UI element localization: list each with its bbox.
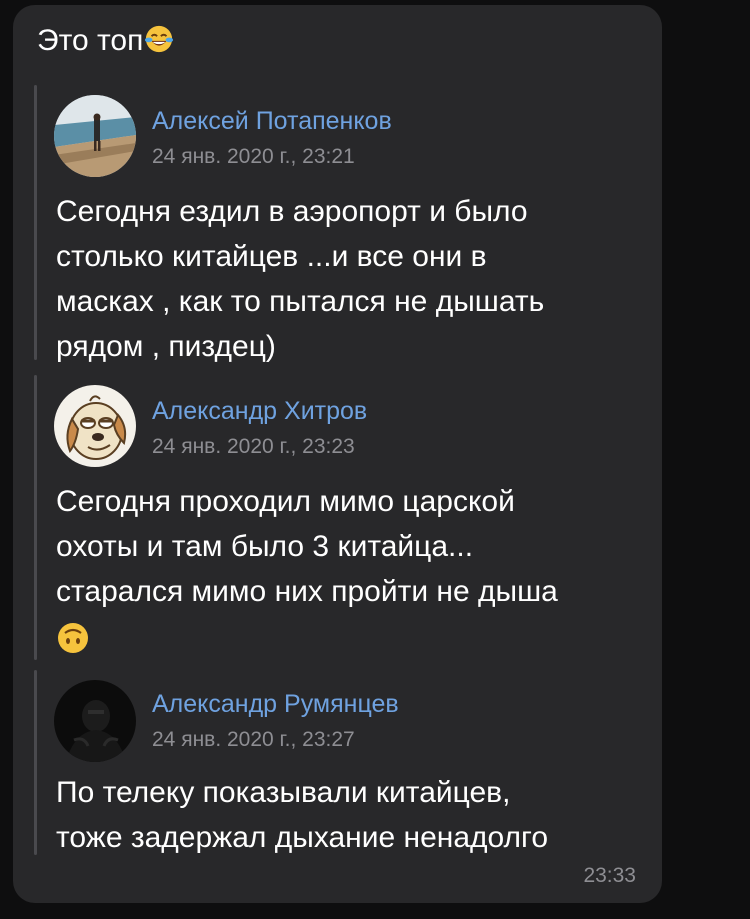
- text-line: тоже задержал дыхание ненадолго: [56, 821, 549, 854]
- forward-bar: [34, 670, 37, 855]
- beach-photo-avatar-icon: [54, 95, 136, 177]
- forwarded-message-1[interactable]: Алексей Потапенков 24 янв. 2020 г., 23:2…: [34, 85, 654, 363]
- text-line: рядом , пиздец): [56, 330, 276, 363]
- forward-date: 24 янв. 2020 г., 23:21: [152, 145, 355, 168]
- forwarded-text: Сегодня проходил мимо царской охоты и та…: [56, 479, 656, 655]
- forwarded-text: Сегодня ездил в аэропорт и было столько …: [56, 189, 656, 369]
- message-text-content: Это топ: [37, 24, 144, 57]
- forward-date: 24 янв. 2020 г., 23:27: [152, 728, 355, 751]
- upside-down-face-icon: [58, 623, 88, 653]
- dark-hooded-figure-avatar-icon: [54, 680, 136, 762]
- text-line: Сегодня проходил мимо царской: [56, 485, 515, 518]
- forward-bar: [34, 375, 37, 660]
- avatar[interactable]: [54, 385, 136, 467]
- forward-date: 24 янв. 2020 г., 23:23: [152, 435, 355, 458]
- message-text: Это топ: [37, 23, 174, 59]
- forwarded-message-3[interactable]: Александр Румянцев 24 янв. 2020 г., 23:2…: [34, 670, 654, 855]
- author-name[interactable]: Александр Хитров: [152, 397, 367, 426]
- author-name[interactable]: Александр Румянцев: [152, 690, 399, 719]
- avatar[interactable]: [54, 680, 136, 762]
- text-line: По телеку показывали китайцев,: [56, 776, 511, 809]
- message-bubble[interactable]: Это топ Алексей Потапенков 24 янв. 2020 …: [13, 5, 662, 903]
- text-line: масках , как то пытался не дышать: [56, 285, 545, 318]
- message-time: 23:33: [583, 864, 636, 887]
- text-line: Сегодня ездил в аэропорт и было: [56, 195, 528, 228]
- forwarded-message-2[interactable]: Александр Хитров 24 янв. 2020 г., 23:23 …: [34, 375, 654, 660]
- cartoon-dog-avatar-icon: [54, 385, 136, 467]
- forward-bar: [34, 85, 37, 360]
- avatar[interactable]: [54, 95, 136, 177]
- text-line: охоты и там было 3 китайца...: [56, 530, 474, 563]
- forwarded-text: По телеку показывали китайцев, тоже заде…: [56, 770, 656, 860]
- chat-screen: Это топ Алексей Потапенков 24 янв. 2020 …: [0, 0, 750, 919]
- face-with-tears-of-joy-icon: [145, 25, 174, 53]
- author-name[interactable]: Алексей Потапенков: [152, 107, 392, 136]
- text-line: старался мимо них пройти не дыша: [56, 575, 558, 608]
- text-line: столько китайцев ...и все они в: [56, 240, 487, 273]
